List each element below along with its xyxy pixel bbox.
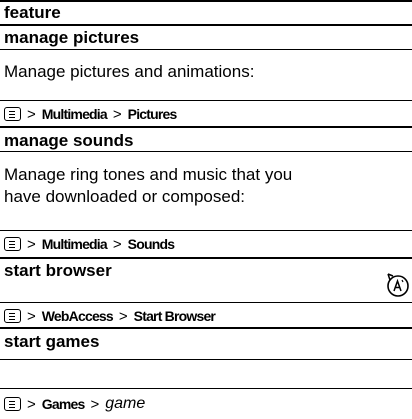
path-separator: > bbox=[27, 307, 36, 325]
path-separator: > bbox=[112, 105, 122, 123]
menu-path-browser: > WebAccess > Start Browser bbox=[4, 305, 216, 327]
path-separator: > bbox=[27, 395, 36, 413]
row-desc-manage-sounds-line1: Manage ring tones and music that you bbox=[4, 165, 293, 184]
path-divider bbox=[0, 388, 412, 389]
path-step: Multimedia bbox=[41, 236, 108, 252]
row-divider bbox=[0, 327, 412, 329]
menu-key-icon bbox=[4, 237, 21, 251]
network-feature-icon bbox=[387, 273, 409, 297]
path-step: Pictures bbox=[127, 106, 178, 122]
table-top-border bbox=[0, 0, 412, 2]
title-divider bbox=[0, 151, 412, 152]
row-title-manage-pictures: manage pictures bbox=[4, 28, 140, 47]
path-step: Games bbox=[41, 396, 85, 412]
path-divider bbox=[0, 302, 412, 303]
path-separator: > bbox=[118, 307, 128, 325]
menu-key-icon bbox=[4, 107, 21, 121]
row-divider bbox=[0, 126, 412, 128]
path-separator: > bbox=[112, 235, 122, 253]
path-separator: > bbox=[27, 235, 36, 253]
table-header: feature bbox=[4, 3, 61, 22]
path-step-italic: game bbox=[105, 395, 146, 412]
path-step: Multimedia bbox=[41, 106, 108, 122]
menu-path-pictures: > Multimedia > Pictures bbox=[4, 103, 177, 125]
title-divider bbox=[0, 49, 412, 50]
row-title-manage-sounds: manage sounds bbox=[4, 131, 134, 150]
row-divider bbox=[0, 257, 412, 259]
path-step: Sounds bbox=[127, 236, 175, 252]
path-divider bbox=[0, 100, 412, 101]
row-desc-manage-pictures: Manage pictures and animations: bbox=[4, 62, 255, 81]
row-title-start-games: start games bbox=[4, 332, 100, 351]
path-step: Start Browser bbox=[133, 308, 216, 324]
menu-key-icon bbox=[4, 397, 21, 411]
path-separator: > bbox=[27, 105, 36, 123]
menu-key-icon bbox=[4, 309, 21, 323]
title-divider bbox=[0, 359, 412, 360]
row-title-start-browser: start browser bbox=[4, 261, 112, 280]
feature-table: feature manage pictures Manage pictures … bbox=[0, 0, 412, 419]
path-step: WebAccess bbox=[41, 308, 114, 324]
path-divider bbox=[0, 230, 412, 231]
menu-path-games: > Games > game bbox=[4, 392, 145, 416]
path-separator: > bbox=[90, 395, 100, 413]
header-divider bbox=[0, 24, 412, 26]
row-desc-manage-sounds-line2: have downloaded or composed: bbox=[4, 187, 245, 206]
menu-path-sounds: > Multimedia > Sounds bbox=[4, 233, 175, 255]
